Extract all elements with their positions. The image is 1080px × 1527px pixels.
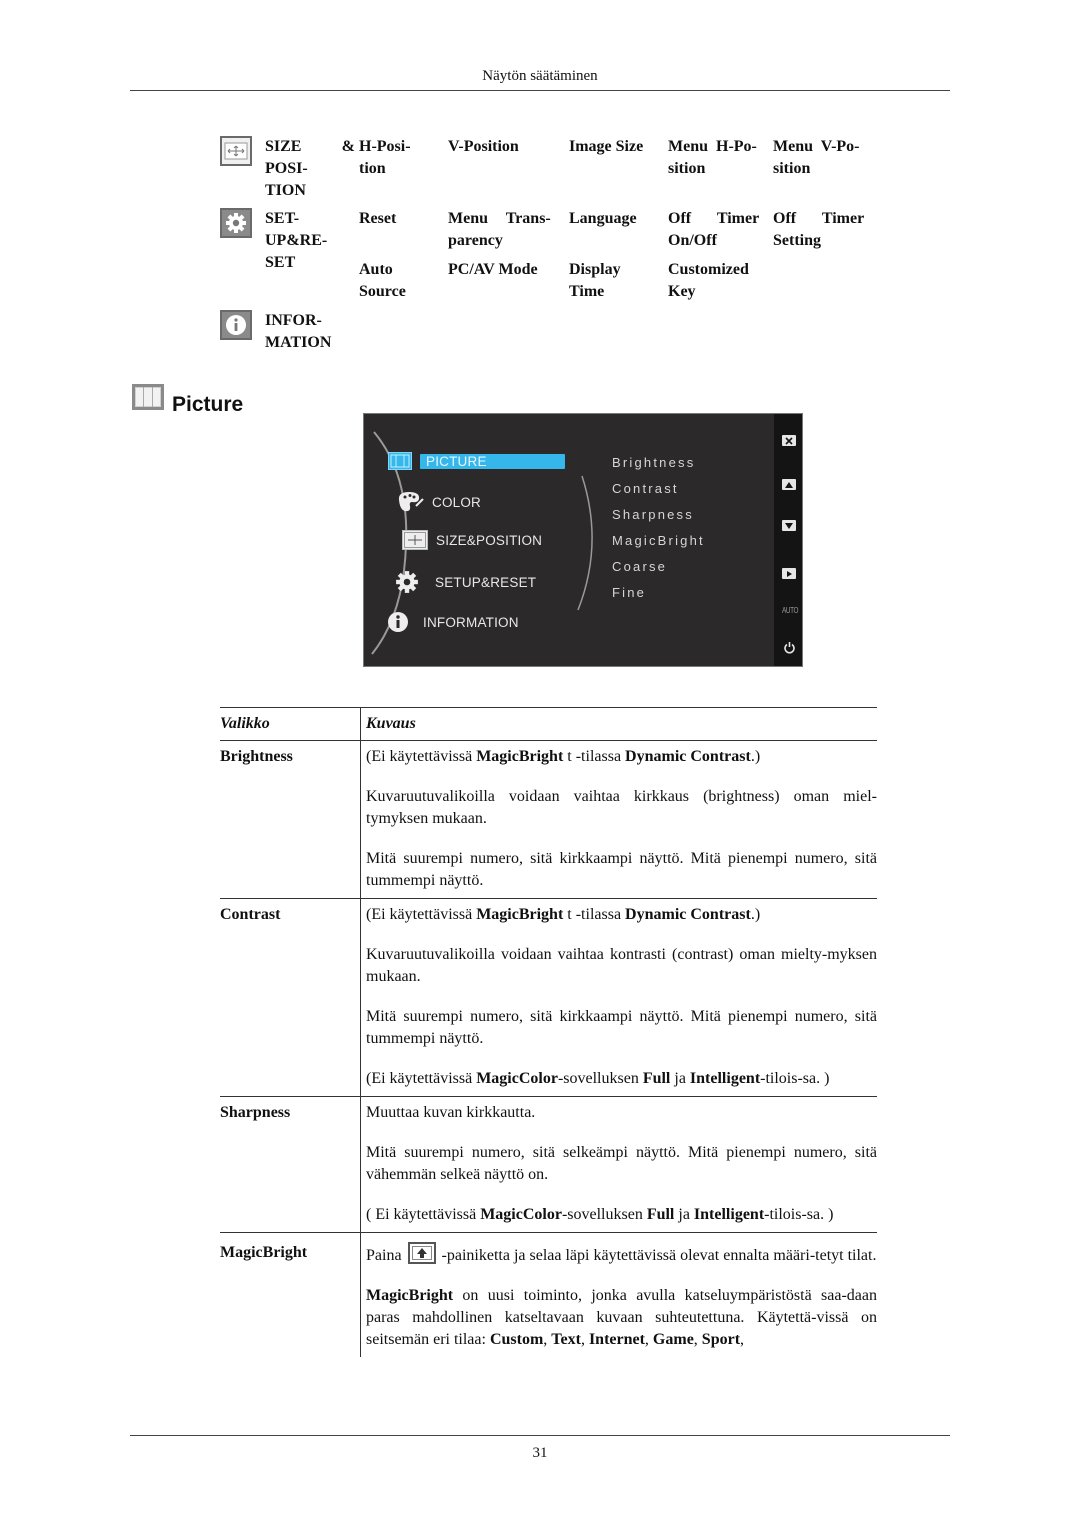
overview-item: Reset <box>359 210 397 227</box>
info-icon <box>387 611 409 633</box>
overview-item: Language <box>569 210 637 227</box>
osd-submenu-contrast[interactable]: Contrast <box>612 481 679 496</box>
overview-item: Off Timer On/Off <box>668 210 760 249</box>
picture-icon <box>388 452 412 470</box>
table-header-row: Valikko Kuvaus <box>220 708 877 741</box>
osd-menu-item-size-position[interactable]: SIZE&POSITION <box>402 530 542 550</box>
osd-submenu-sharpness[interactable]: Sharpness <box>612 507 694 522</box>
osd-submenu-fine[interactable]: Fine <box>612 585 646 600</box>
description-paragraph: (Ei käytettävissä MagicColor-sovelluksen… <box>366 1070 830 1087</box>
table-row: Sharpness Muuttaa kuvan kirkkautta. Mitä … <box>220 1097 877 1233</box>
overview-item: Display Time <box>569 261 621 300</box>
description-paragraph: (Ei käytettävissä MagicBright t -tilassa… <box>366 748 761 765</box>
overview-item: Customized Key <box>668 261 749 300</box>
description-paragraph: Muuttaa kuvan kirkkautta. <box>366 1104 536 1121</box>
overview-item: H-Posi-tion <box>359 138 411 177</box>
osd-menu-item-setup-reset[interactable]: SETUP&RESET <box>395 570 536 594</box>
row-menu-name: Sharpness <box>220 1104 291 1121</box>
overview-name-setup-reset: SET- UP&RE- SET <box>265 210 328 271</box>
up-arrow-icon[interactable] <box>782 479 796 490</box>
osd-menu-item-information[interactable]: INFORMATION <box>387 611 519 633</box>
description-paragraph: (Ei käytettävissä MagicBright t -tilassa… <box>366 906 761 923</box>
row-description: Muuttaa kuvan kirkkautta. Mitä suurempi n… <box>360 1097 877 1232</box>
description-paragraph: MagicBright on uusi toiminto, jonka avul… <box>366 1287 877 1348</box>
size-position-icon <box>220 136 252 166</box>
overview-item: Menu Trans-parency <box>448 210 551 249</box>
description-paragraph: Mitä suurempi numero, sitä selkeämpi näy… <box>366 1144 877 1183</box>
overview-item: Off Timer Setting <box>773 210 865 249</box>
overview-item: Image Size <box>569 138 644 155</box>
column-header-description: Kuvaus <box>360 708 877 740</box>
row-description: (Ei käytettävissä MagicBright t -tilassa… <box>360 899 877 1096</box>
overview-name-information: INFOR- MATION <box>265 312 332 351</box>
picture-icon <box>132 384 164 410</box>
osd-menu-item-color[interactable]: COLOR <box>396 490 481 514</box>
picture-description-table: Valikko Kuvaus Brightness (Ei käytettävi… <box>220 707 877 1357</box>
osd-submenu-magicbright[interactable]: MagicBright <box>612 533 705 548</box>
column-header-menu: Valikko <box>220 715 270 732</box>
description-paragraph: Kuvaruutuvalikoilla voidaan vaihtaa kont… <box>366 946 877 985</box>
palette-icon <box>396 490 424 514</box>
auto-button[interactable]: AUTO <box>782 606 798 615</box>
row-menu-name: Contrast <box>220 906 281 923</box>
running-head: Näytön säätäminen <box>482 68 598 84</box>
description-paragraph: Mitä suurempi numero, sitä kirkkaampi nä… <box>366 850 877 889</box>
overview-name-size-position: SIZE & POSI- TION <box>265 138 355 199</box>
osd-submenu-coarse[interactable]: Coarse <box>612 559 667 574</box>
row-description: (Ei käytettävissä MagicBright t -tilassa… <box>360 741 877 898</box>
description-paragraph: Paina -painiketta ja selaa läpi käytettä… <box>366 1242 877 1267</box>
magicbright-button-icon <box>407 1242 436 1264</box>
osd-menu-item-picture[interactable]: PICTURE <box>388 452 565 470</box>
osd-side-button-bar: AUTO <box>774 414 802 666</box>
size-position-icon <box>402 530 428 550</box>
gear-icon <box>395 570 419 594</box>
osd-menu-screenshot: PICTURE COLOR SIZE&POSITION SETUP&RESET … <box>363 413 803 667</box>
enter-icon[interactable] <box>782 568 796 579</box>
table-row: Brightness (Ei käytettävissä MagicBright… <box>220 741 877 899</box>
overview-item: Auto Source <box>359 261 406 300</box>
table-row: Contrast (Ei käytettävissä MagicBright t… <box>220 899 877 1097</box>
down-arrow-icon[interactable] <box>782 520 796 531</box>
gear-icon <box>220 208 252 238</box>
description-paragraph: ( Ei käytettävissä MagicColor-sovellukse… <box>366 1206 834 1223</box>
close-icon[interactable] <box>782 435 796 446</box>
row-menu-name: Brightness <box>220 748 293 765</box>
footer-rule <box>130 1435 950 1436</box>
power-icon[interactable] <box>783 641 796 659</box>
description-paragraph: Mitä suurempi numero, sitä kirkkaampi nä… <box>366 1008 877 1047</box>
osd-submenu-brightness[interactable]: Brightness <box>612 455 695 470</box>
overview-item: V-Position <box>448 138 519 155</box>
table-row: MagicBright Paina -painiketta ja selaa l… <box>220 1233 877 1357</box>
section-title: Picture <box>172 393 244 416</box>
header-rule <box>130 90 950 91</box>
info-icon <box>220 310 252 340</box>
row-description: Paina -painiketta ja selaa läpi käytettä… <box>360 1233 877 1357</box>
row-menu-name: MagicBright <box>220 1244 308 1261</box>
section-heading: Picture <box>132 377 243 417</box>
overview-item: Menu H-Po-sition <box>668 138 757 177</box>
overview-item: Menu V-Po-sition <box>773 138 860 177</box>
page-number: 31 <box>532 1445 548 1461</box>
overview-item: PC/AV Mode <box>448 261 538 278</box>
description-paragraph: Kuvaruutuvalikoilla voidaan vaihtaa kirk… <box>366 788 877 827</box>
